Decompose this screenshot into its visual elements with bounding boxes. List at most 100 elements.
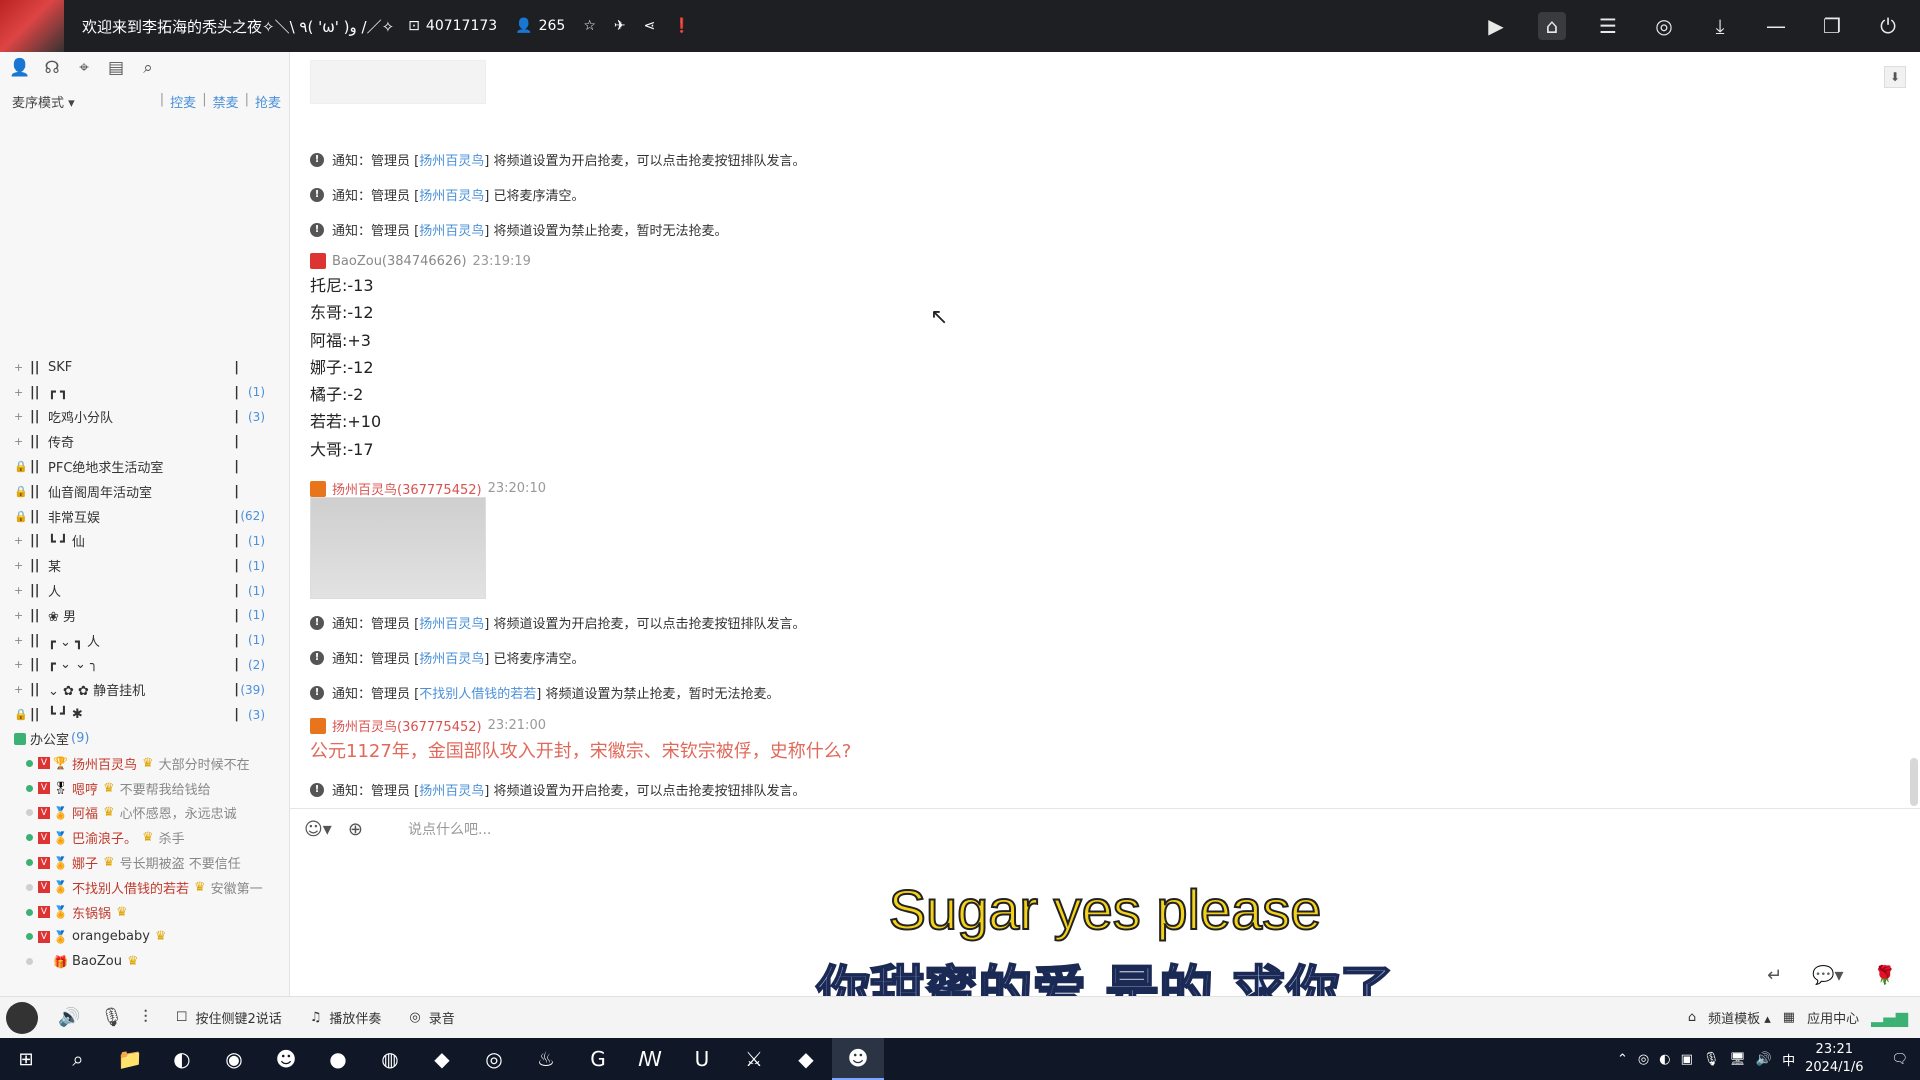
chat-input[interactable] <box>408 817 1708 843</box>
channel-item[interactable]: + || 吃鸡小分队 | (3) <box>0 405 285 430</box>
member-item[interactable]: V 🏅 orangebaby ♛ <box>0 925 285 950</box>
tray-app-icon[interactable]: ▣ <box>1681 1052 1693 1067</box>
star-icon[interactable]: ☆ <box>583 18 596 34</box>
signal-icon: ▂▄▆ <box>1871 1008 1908 1027</box>
chat-scrollbar[interactable] <box>1910 758 1918 806</box>
member-item[interactable]: V 🏅 巴渝浪子。 ♛ 杀手 <box>0 825 285 850</box>
channel-item[interactable]: 🔒 || ┗ ┛ ✱ | (3) <box>0 702 285 727</box>
windows-start-icon[interactable]: ⊞ <box>0 1038 52 1080</box>
ime-indicator[interactable]: 中 <box>1782 1050 1795 1069</box>
yy-app-icon[interactable]: ☻ <box>832 1038 884 1080</box>
app-center-button[interactable]: 应用中心 <box>1807 1008 1859 1027</box>
office-channel[interactable]: 办公室 (9) <box>0 727 285 751</box>
chevron-up-icon[interactable]: ⌃ <box>1617 1052 1628 1067</box>
download-icon[interactable]: ⤓ <box>1706 12 1734 40</box>
headset-icon[interactable]: ☊ <box>40 56 64 80</box>
member-item[interactable]: V 🏅 不找别人借钱的若若 ♛ 安徽第一 <box>0 875 285 900</box>
enter-icon[interactable]: ↵ <box>1767 965 1782 986</box>
member-item[interactable]: V 🏅 娜子 ♛ 号长期被盗 不要信任 <box>0 850 285 875</box>
unreal-icon[interactable]: U <box>676 1038 728 1080</box>
grab-mic-link[interactable]: 抢麦 <box>255 92 281 111</box>
app-icon[interactable]: ● <box>312 1038 364 1080</box>
image-thumbnail[interactable] <box>310 497 486 599</box>
speaker-icon[interactable]: 🔊 <box>58 1007 80 1028</box>
equalizer-icon[interactable]: ⫶ <box>143 1007 148 1028</box>
channel-item[interactable]: + || ┗ ┛ 仙 | (1) <box>0 529 285 554</box>
member-item[interactable]: V 🏅 阿福 ♛ 心怀感恩，永远忠诚 <box>0 801 285 826</box>
search-icon[interactable]: ⌕ <box>52 1038 104 1080</box>
channel-item[interactable]: 🔒 || 仙音阁周年活动室 | <box>0 479 285 504</box>
microphone-icon[interactable]: 🎙 <box>100 1007 123 1028</box>
volume-icon[interactable]: 🔊 <box>1756 1052 1772 1067</box>
channel-item[interactable]: + || 人 | (1) <box>0 578 285 603</box>
app-icon[interactable]: ◆ <box>416 1038 468 1080</box>
ban-mic-link[interactable]: 禁麦 <box>213 92 239 111</box>
yy-app-icon[interactable]: ☻ <box>260 1038 312 1080</box>
list-icon[interactable]: ☰ <box>1594 12 1622 40</box>
info-icon[interactable]: ❗ <box>673 18 690 34</box>
image-thumbnail[interactable] <box>310 60 486 104</box>
system-notice: ! 通知：管理员 [扬州百灵鸟] 已将麦序清空。 <box>310 648 584 667</box>
translate-icon[interactable]: ⊕ <box>348 819 363 840</box>
accompany-button[interactable]: ♫ 播放伴奏 <box>310 1008 382 1027</box>
grid-icon[interactable]: ▦ <box>1783 1010 1795 1025</box>
channel-item[interactable]: 🔒 || PFC绝地求生活动室 | <box>0 454 285 479</box>
network-icon[interactable]: 🖥 <box>1729 1052 1746 1067</box>
app-icon[interactable]: ◍ <box>364 1038 416 1080</box>
app-icon[interactable]: ◆ <box>780 1038 832 1080</box>
search-icon[interactable]: ⌕ <box>136 56 160 80</box>
app-icon[interactable]: ꟿ <box>624 1038 676 1080</box>
notice-icon: ! <box>310 685 324 700</box>
chat-bubble-icon[interactable]: 💬▾ <box>1812 965 1843 986</box>
share-icon[interactable]: ⋖ <box>644 18 656 34</box>
member-item[interactable]: V 🏅 东锅锅 ♛ <box>0 900 285 925</box>
channel-item[interactable]: + || ┏ ⌄ ┓ 人 | (1) <box>0 628 285 653</box>
channel-item[interactable]: + || SKF | <box>0 355 285 380</box>
avatar[interactable] <box>6 1001 38 1034</box>
app-icon[interactable]: ⚔ <box>728 1038 780 1080</box>
notification-icon[interactable]: 🗨 <box>1891 1052 1908 1067</box>
app-icon[interactable]: ◎ <box>468 1038 520 1080</box>
channel-item[interactable]: 🔒 || 非常互娱 | (62) <box>0 504 285 529</box>
tray-app-icon[interactable]: ◎ <box>1638 1052 1649 1067</box>
flower-icon[interactable]: 🌹 <box>1874 965 1896 986</box>
emoji-icon[interactable]: ☺▾ <box>304 819 332 840</box>
document-icon[interactable]: ▤ <box>104 56 128 80</box>
v-badge: V <box>38 881 50 894</box>
channel-logo[interactable] <box>0 0 64 52</box>
push-to-talk-toggle[interactable]: ☐ 按住侧键2说话 <box>176 1008 282 1027</box>
channel-item[interactable]: + || 传奇 | <box>0 429 285 454</box>
minimize-icon[interactable]: — <box>1762 12 1790 40</box>
record-button[interactable]: ◎ 录音 <box>409 1008 454 1027</box>
member-item[interactable]: 🎁 BaoZou ♛ <box>0 949 285 974</box>
gamepad-icon[interactable]: ◎ <box>1650 12 1678 40</box>
user-icon[interactable]: 👤 <box>8 56 32 80</box>
microphone-icon[interactable]: 🎙 <box>1703 1052 1720 1067</box>
file-explorer-icon[interactable]: 📁 <box>104 1038 156 1080</box>
app-icon[interactable]: ◉ <box>208 1038 260 1080</box>
tray-app-icon[interactable]: ◐ <box>1659 1052 1670 1067</box>
template-button[interactable]: 频道模板 ▴ <box>1708 1008 1771 1027</box>
member-item[interactable]: V 🏆 扬州百灵鸟 ♛ 大部分时候不在 <box>0 751 285 776</box>
house-icon[interactable]: ⌂ <box>1688 1010 1696 1025</box>
channel-item[interactable]: + || ❀ 男 | (1) <box>0 603 285 628</box>
location-icon[interactable]: ⌖ <box>72 56 96 80</box>
channel-item[interactable]: + || ┏ ⌄ ⌄ ╮ | (2) <box>0 653 285 678</box>
restore-icon[interactable]: ❐ <box>1818 12 1846 40</box>
power-icon[interactable]: ⏻ <box>1874 12 1902 40</box>
mic-mode-select[interactable]: 麦序模式 ▾ <box>12 92 75 111</box>
clock[interactable]: 23:21 2024/1/6 <box>1805 1041 1863 1077</box>
home-icon[interactable]: ⌂ <box>1538 12 1566 40</box>
video-icon[interactable]: ▶ <box>1482 12 1510 40</box>
control-mic-link[interactable]: 控麦 <box>170 92 196 111</box>
rank-icon: 🏅 <box>53 855 68 870</box>
steam-icon[interactable]: ♨ <box>520 1038 572 1080</box>
scroll-down-button[interactable]: ⬇ <box>1884 66 1906 88</box>
member-item[interactable]: V 🎖 嗯哼 ♛ 不要帮我给钱给 <box>0 776 285 801</box>
channel-item[interactable]: + || 某 | (1) <box>0 553 285 578</box>
channel-item[interactable]: + || ⌄ ✿ ✿ 静音挂机 | (39) <box>0 677 285 702</box>
forward-icon[interactable]: ✈ <box>614 18 626 34</box>
edge-browser-icon[interactable]: ◐ <box>156 1038 208 1080</box>
channel-item[interactable]: + || ┏ ┓ | (1) <box>0 380 285 405</box>
app-icon[interactable]: G <box>572 1038 624 1080</box>
